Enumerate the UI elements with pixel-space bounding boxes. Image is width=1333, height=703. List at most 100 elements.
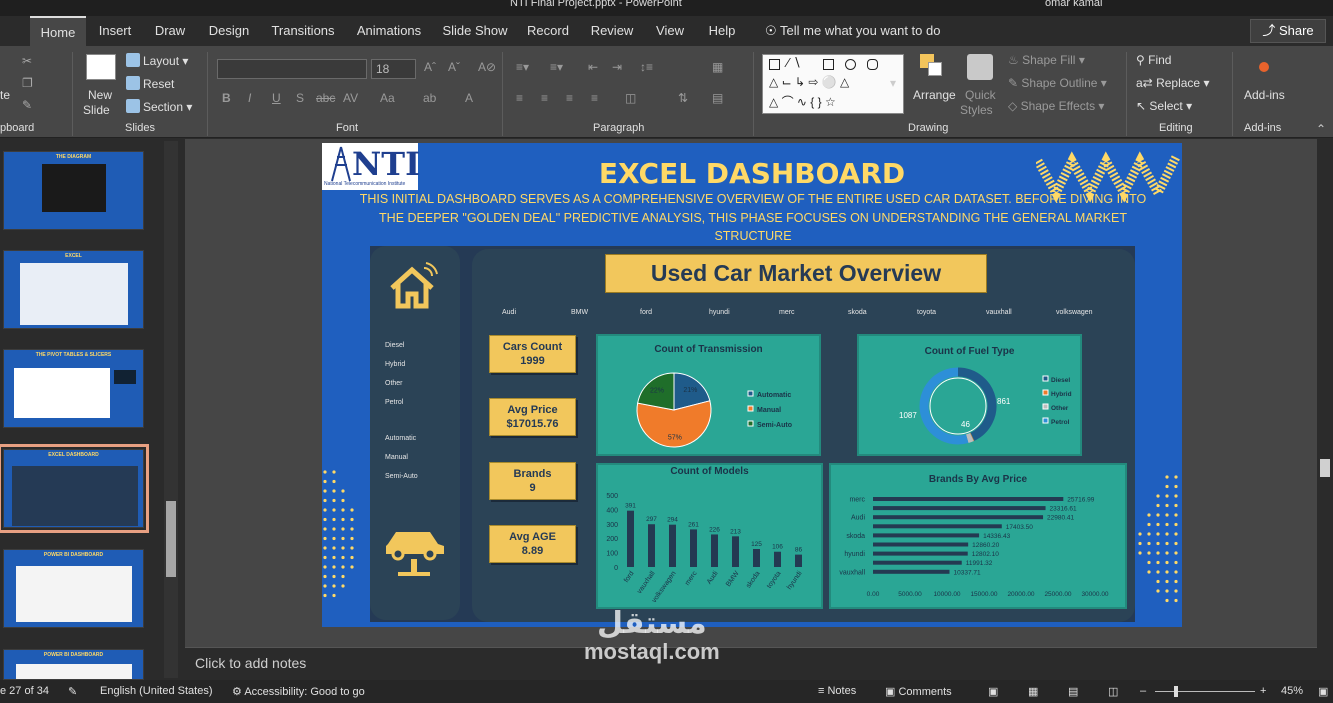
tab-view[interactable]: View bbox=[650, 16, 690, 46]
textbox-shape-icon[interactable] bbox=[769, 59, 780, 70]
scrollbar-thumb[interactable] bbox=[166, 501, 176, 577]
find-button[interactable]: ⚲ Find bbox=[1136, 53, 1171, 67]
numbering-icon[interactable]: ≡▾ bbox=[550, 60, 563, 74]
paste-button[interactable]: te bbox=[0, 88, 10, 102]
char-spacing-button[interactable]: AV bbox=[343, 91, 358, 105]
tab-animations[interactable]: Animations bbox=[350, 16, 428, 46]
shape-fill-button[interactable]: ♨ Shape Fill ▾ bbox=[1008, 53, 1085, 67]
select-button[interactable]: ↖ Select ▾ bbox=[1136, 99, 1192, 113]
shapes-more-icon[interactable]: ▾ bbox=[890, 76, 896, 90]
brand-slicer-skoda[interactable]: skoda bbox=[848, 309, 867, 316]
slide-canvas[interactable]: NTI National Telecommunication Institute… bbox=[322, 143, 1182, 627]
comments-toggle[interactable]: ▣ Comments bbox=[885, 685, 952, 698]
brand-slicer-volkswagen[interactable]: volkswagen bbox=[1056, 309, 1093, 316]
tab-transitions[interactable]: Transitions bbox=[266, 16, 340, 46]
shape-effects-button[interactable]: ◇ Shape Effects ▾ bbox=[1008, 99, 1104, 113]
brand-slicer-ford[interactable]: ford bbox=[640, 309, 652, 316]
notes-toggle[interactable]: ≡ Notes bbox=[818, 685, 856, 697]
line-spacing-icon[interactable]: ↕≡ bbox=[640, 60, 653, 74]
brand-slicer-merc[interactable]: merc bbox=[779, 309, 795, 316]
chart-brands-avg-price[interactable]: Brands By Avg Price 25716.99 merc 23316.61… bbox=[829, 463, 1127, 609]
decrease-font-icon[interactable]: Aˇ bbox=[448, 60, 460, 74]
quick-styles-button-line2[interactable]: Styles bbox=[960, 103, 993, 117]
font-name-input[interactable] bbox=[217, 59, 367, 79]
collapse-ribbon-icon[interactable]: ⌃ bbox=[1316, 122, 1326, 136]
quick-styles-button[interactable]: Quick bbox=[965, 88, 996, 102]
shadow-button[interactable]: S bbox=[296, 91, 304, 105]
shapes-gallery[interactable]: ∕ ∖ △ ⌙ ↳ ⇨ ⚪ △ △ ⌒ ∿ { } ☆ bbox=[762, 54, 904, 114]
accessibility-checker[interactable]: ⚙ Accessibility: Good to go bbox=[232, 685, 365, 698]
bullets-icon[interactable]: ≡▾ bbox=[516, 60, 529, 74]
brand-slicer-vauxhall[interactable]: vauxhall bbox=[986, 309, 1012, 316]
slideshow-view-icon[interactable]: ◫ bbox=[1108, 685, 1118, 698]
slicer-item-petrol[interactable]: Petrol bbox=[385, 399, 403, 406]
star-shape-icon[interactable]: △ ⌒ ∿ { } ☆ bbox=[769, 93, 836, 110]
text-direction-icon[interactable]: ⇅ bbox=[678, 91, 688, 105]
slide-thumbnail[interactable]: THE DIAGRAM bbox=[3, 151, 144, 230]
underline-button[interactable]: U bbox=[272, 91, 281, 105]
brand-slicer-audi[interactable]: Audi bbox=[502, 309, 516, 316]
format-painter-icon[interactable]: ✎ bbox=[22, 98, 32, 112]
reading-view-icon[interactable]: ▤ bbox=[1068, 685, 1078, 698]
line-shape-icon[interactable]: ∕ ∖ bbox=[787, 55, 801, 71]
scrollbar-thumb[interactable] bbox=[1320, 459, 1330, 477]
thumbnail-scrollbar[interactable] bbox=[164, 141, 178, 678]
tab-home[interactable]: Home bbox=[30, 16, 86, 46]
italic-button[interactable]: I bbox=[248, 91, 251, 105]
share-button[interactable]: ⤴ Share bbox=[1250, 19, 1326, 43]
slicer-item-hybrid[interactable]: Hybrid bbox=[385, 361, 405, 368]
notes-pane[interactable]: Click to add notes bbox=[185, 647, 1317, 680]
bold-button[interactable]: B bbox=[222, 91, 231, 105]
tab-draw[interactable]: Draw bbox=[148, 16, 192, 46]
slicer-item-other[interactable]: Other bbox=[385, 380, 403, 387]
align-left-icon[interactable]: ≡ bbox=[516, 91, 523, 105]
tab-file[interactable]: e bbox=[0, 16, 6, 46]
zoom-level[interactable]: 45% bbox=[1281, 685, 1303, 697]
tab-record[interactable]: Record bbox=[522, 16, 574, 46]
align-right-icon[interactable]: ≡ bbox=[566, 91, 573, 105]
zoom-out-button[interactable]: – bbox=[1140, 685, 1146, 697]
slide-thumbnail[interactable]: THE PIVOT TABLES & SLICERS bbox=[3, 349, 144, 428]
add-ins-button[interactable]: Add-ins bbox=[1244, 88, 1285, 102]
slicer-item-diesel[interactable]: Diesel bbox=[385, 342, 404, 349]
new-slide-icon[interactable] bbox=[86, 54, 116, 80]
slide-sorter-icon[interactable]: ▦ bbox=[1028, 685, 1038, 698]
highlight-icon[interactable]: ab bbox=[423, 91, 436, 105]
smartart-icon[interactable]: ▤ bbox=[712, 91, 723, 105]
slicer-item-automatic[interactable]: Automatic bbox=[385, 435, 416, 442]
tab-review[interactable]: Review bbox=[584, 16, 640, 46]
cut-icon[interactable]: ✂ bbox=[22, 54, 32, 68]
increase-indent-icon[interactable]: ⇥ bbox=[612, 60, 622, 74]
fit-slide-icon[interactable]: ▣ bbox=[1318, 685, 1328, 698]
oval-shape-icon[interactable] bbox=[845, 59, 856, 70]
brand-slicer-bmw[interactable]: BMW bbox=[571, 309, 588, 316]
replace-button[interactable]: a⇄ Replace ▾ bbox=[1136, 76, 1209, 90]
tab-insert[interactable]: Insert bbox=[92, 16, 138, 46]
rounded-rect-shape-icon[interactable] bbox=[867, 59, 878, 70]
tab-help[interactable]: Help bbox=[700, 16, 744, 46]
new-slide-button[interactable]: New bbox=[88, 88, 112, 102]
decrease-indent-icon[interactable]: ⇤ bbox=[588, 60, 598, 74]
editor-scrollbar[interactable] bbox=[1318, 139, 1332, 589]
layout-button[interactable]: Layout ▾ bbox=[126, 53, 188, 68]
clear-format-icon[interactable]: A⊘ bbox=[478, 60, 496, 74]
spelling-icon[interactable]: ✎ bbox=[68, 685, 77, 698]
copy-icon[interactable]: ❐ bbox=[22, 76, 33, 90]
brand-slicer-toyota[interactable]: toyota bbox=[917, 309, 936, 316]
normal-view-icon[interactable]: ▣ bbox=[988, 685, 998, 698]
zoom-in-button[interactable]: + bbox=[1260, 685, 1266, 697]
tab-design[interactable]: Design bbox=[202, 16, 256, 46]
reset-button[interactable]: Reset bbox=[126, 76, 174, 91]
align-center-icon[interactable]: ≡ bbox=[541, 91, 548, 105]
slicer-item-semi-auto[interactable]: Semi-Auto bbox=[385, 473, 418, 480]
font-color-icon[interactable]: A bbox=[465, 91, 473, 105]
slide-thumbnail[interactable]: POWER BI DASHBOARD bbox=[3, 549, 144, 628]
change-case-button[interactable]: Aa bbox=[380, 91, 395, 105]
font-size-input[interactable]: 18 bbox=[371, 59, 416, 79]
notes-placeholder[interactable]: Click to add notes bbox=[195, 655, 306, 671]
chart-models[interactable]: Count of Models 0 100 200 300 400 500 391 ford 2… bbox=[596, 463, 823, 609]
justify-icon[interactable]: ≡ bbox=[591, 91, 598, 105]
slide-thumbnail-selected[interactable]: EXCEL DASHBOARD bbox=[0, 444, 149, 533]
strikethrough-button[interactable]: abc bbox=[316, 91, 335, 105]
section-button[interactable]: Section ▾ bbox=[126, 99, 192, 114]
